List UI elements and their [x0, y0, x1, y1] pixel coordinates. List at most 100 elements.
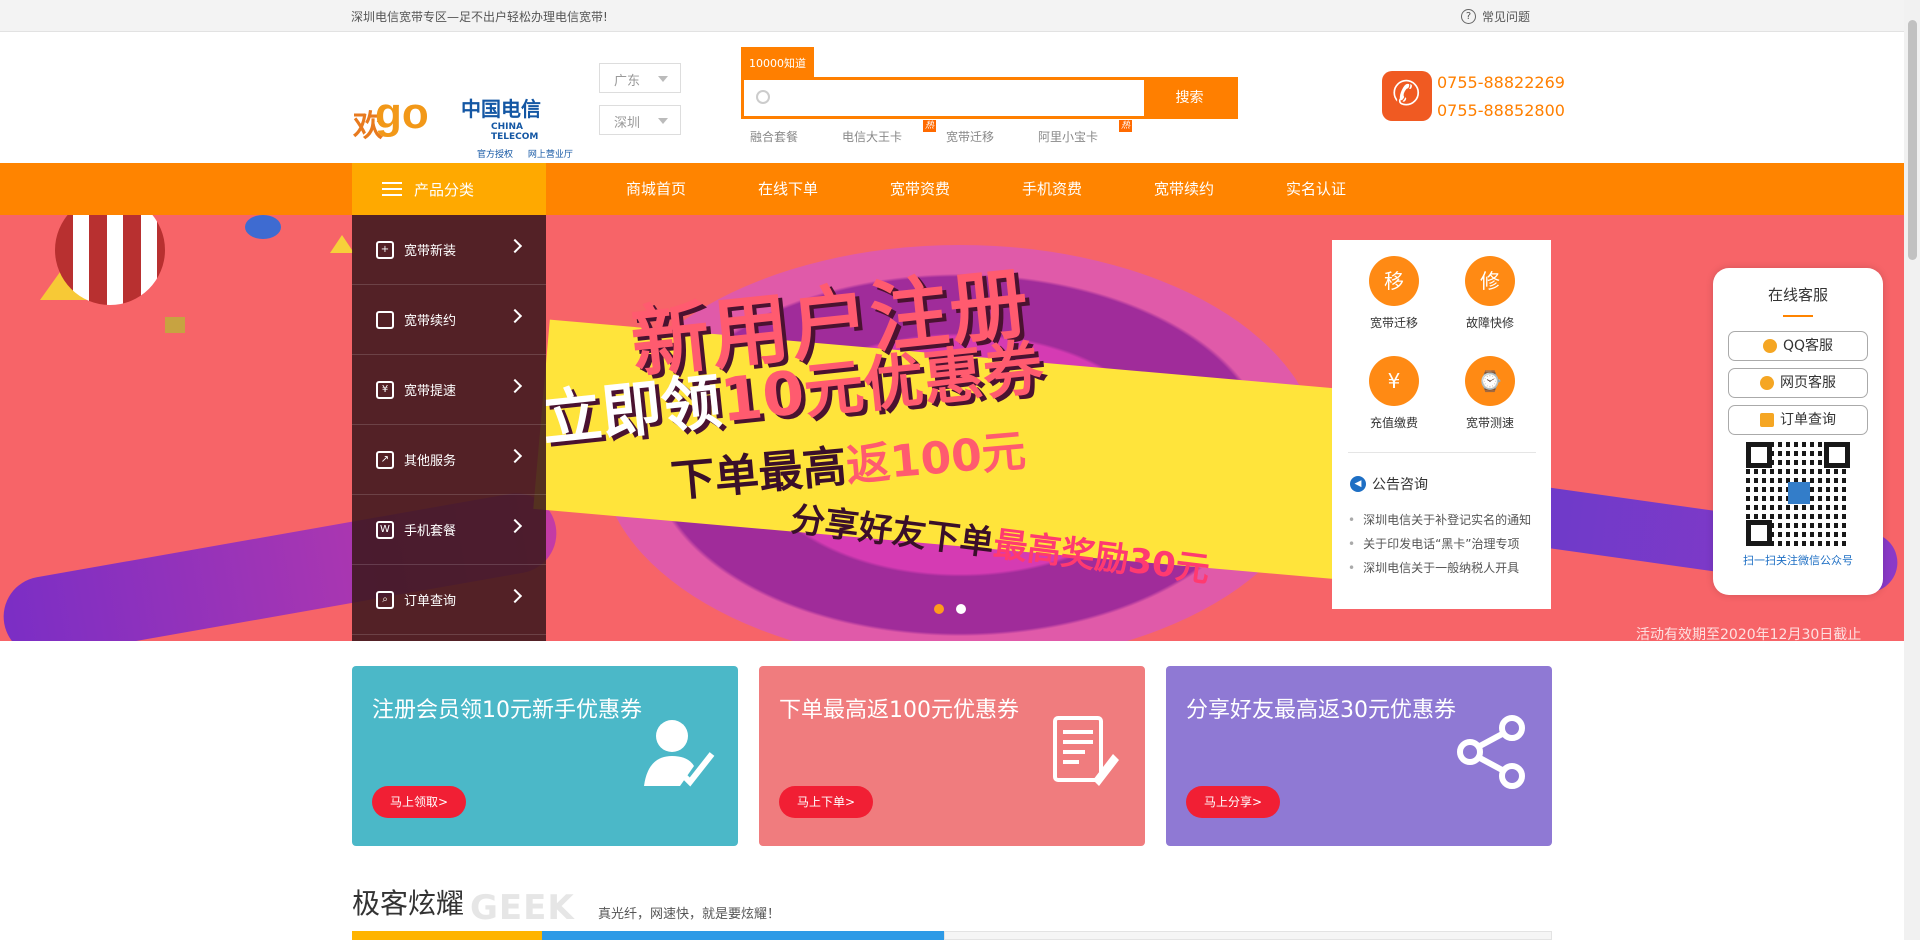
page-scrollbar[interactable] [1904, 0, 1920, 940]
promo-card-order[interactable]: 下单最高返100元优惠券 马上下单> [759, 666, 1145, 846]
hot-link-label: 电信大王卡 [842, 130, 903, 144]
brand-sub: 官方授权 网上营业厅 [477, 150, 573, 160]
nav-link-home[interactable]: 商城首页 [626, 163, 718, 215]
qr-finder [1824, 442, 1850, 468]
chevron-right-icon [507, 238, 523, 254]
order-query-button[interactable]: 订单查询 [1728, 405, 1868, 435]
carousel-dot[interactable] [956, 604, 966, 614]
qq-service-button[interactable]: QQ客服 [1728, 331, 1868, 361]
validity-text: 活动有效期至2020年12月30日截止 [1636, 627, 1862, 641]
qr-caption: 扫一扫关注微信公众号 [1743, 554, 1853, 567]
hot-badge: 热 [923, 120, 937, 132]
nav-link-mobile-fee[interactable]: 手机资费 [1022, 163, 1114, 215]
title-underline [1783, 315, 1813, 317]
hot-link-label: 融合套餐 [750, 130, 799, 144]
category-item-mobile-plan[interactable]: W 手机套餐 [352, 495, 546, 565]
promo-card-share[interactable]: 分享好友最高返30元优惠券 马上分享> [1166, 666, 1552, 846]
service-repair[interactable]: 修故障快修 [1442, 256, 1538, 356]
phone-number-2: 0755-88852800 [1437, 101, 1565, 120]
section-subtitle: 真光纤，网速快，就是要炫耀！ [598, 907, 781, 922]
chevron-down-icon [658, 76, 668, 82]
service-move[interactable]: 移宽带迁移 [1346, 256, 1442, 356]
nav-link-realname[interactable]: 实名认证 [1286, 163, 1378, 215]
chevron-right-icon [507, 378, 523, 394]
search-tag: 10000知道 [741, 47, 814, 77]
hot-link-label: 宽带迁移 [946, 130, 995, 144]
city-value: 深圳 [614, 116, 641, 131]
nav-link-order[interactable]: 在线下单 [758, 163, 850, 215]
city-select[interactable]: 深圳 [599, 105, 681, 135]
category-label: 宽带新装 [404, 244, 457, 259]
promo-card-register[interactable]: 注册会员领10元新手优惠券 马上领取> [352, 666, 738, 846]
web-service-button[interactable]: 网页客服 [1728, 368, 1868, 398]
repair-icon: 修 [1465, 256, 1515, 306]
main-nav: 产品分类 商城首页 在线下单 宽带资费 手机资费 宽带续约 实名认证 [0, 163, 1904, 215]
hot-link[interactable]: 融合套餐 [750, 128, 820, 145]
notice-item[interactable]: 深圳电信关于补登记实名的通知 [1348, 508, 1538, 532]
nav-link-broadband-fee[interactable]: 宽带资费 [890, 163, 982, 215]
section-title: 极客炫耀 [352, 887, 465, 920]
faq-link[interactable]: ? 常见问题 [1461, 8, 1530, 25]
china-telecom-logo: 中国电信 CHINA TELECOM 官方授权 网上营业厅 [461, 93, 573, 160]
section-strip [352, 931, 542, 940]
menu-icon [382, 182, 402, 196]
category-item-speedup[interactable]: ¥ 宽带提速 [352, 355, 546, 425]
top-bar: 深圳电信宽带专区—足不出户轻松办理电信宽带! ? 常见问题 [0, 0, 1904, 32]
search-input[interactable] [774, 86, 1174, 110]
contact-phones: 0755-88822269 0755-88852800 [1437, 69, 1565, 125]
site-logo[interactable]: 欢 go 中国电信 CHINA TELECOM 官方授权 网上营业厅 [353, 81, 573, 171]
hero-banner[interactable]: 新用户注册 立即领10元优惠券 下单最高返100元 分享好友下单最高奖励30元 … [0, 215, 1904, 641]
nav-links: 商城首页 在线下单 宽带资费 手机资费 宽带续约 实名认证 [626, 163, 1418, 215]
button-label: 订单查询 [1780, 412, 1836, 428]
share-button[interactable]: 马上分享> [1186, 786, 1281, 818]
hot-badge: 热 [1119, 120, 1133, 132]
notice-item[interactable]: 深圳电信关于一般纳税人开具 [1348, 556, 1538, 580]
user-check-icon [644, 720, 715, 787]
search-button[interactable]: 搜索 [1144, 80, 1235, 116]
hot-link[interactable]: 电信大王卡 热 [842, 120, 937, 145]
divider [1348, 452, 1536, 453]
claim-button[interactable]: 马上领取> [372, 786, 467, 818]
card-title: 下单最高返100元优惠券 [779, 698, 1019, 723]
category-item-new-broadband[interactable]: + 宽带新装 [352, 215, 546, 285]
category-label: 手机套餐 [404, 524, 457, 539]
category-item-renew[interactable]: 宽带续约 [352, 285, 546, 355]
chevron-down-icon [658, 118, 668, 124]
carousel-dot[interactable] [934, 604, 944, 614]
service-recharge[interactable]: ¥ 充值缴费 [1346, 356, 1442, 456]
banner-line2a: 立即领 [538, 366, 725, 456]
service-grid: 移宽带迁移 修故障快修 ¥ 充值缴费 ⌚ 宽带测速 [1346, 256, 1538, 456]
question-icon: ? [1461, 9, 1476, 24]
button-label: QQ客服 [1782, 338, 1834, 354]
province-select[interactable]: 广东 [599, 63, 681, 93]
chevron-right-icon [507, 588, 523, 604]
category-button[interactable]: 产品分类 [352, 163, 546, 215]
site-slogan: 深圳电信宽带专区—足不出户轻松办理电信宽带! [351, 10, 608, 24]
chevron-right-icon [507, 518, 523, 534]
qr-finder [1746, 442, 1772, 468]
hot-link[interactable]: 阿里小宝卡 热 [1038, 120, 1133, 145]
online-service-panel: 在线客服 QQ客服 网页客服 订单查询 扫一扫关注微信公众号 [1713, 268, 1883, 595]
category-item-other[interactable]: ↗ 其他服务 [352, 425, 546, 495]
confetti-shape [330, 235, 354, 253]
mobile-icon [376, 310, 394, 329]
order-icon [1760, 413, 1774, 427]
section-strip [542, 931, 944, 940]
category-item-order-query[interactable]: ⌕ 订单查询 [352, 565, 546, 635]
phone-icon [1382, 71, 1432, 121]
nav-link-renew[interactable]: 宽带续约 [1154, 163, 1246, 215]
wechat-qr-code [1746, 442, 1850, 546]
rocket-icon: ↗ [376, 450, 394, 469]
service-label: 宽带迁移 [1369, 316, 1418, 330]
hot-links: 融合套餐 电信大王卡 热 宽带迁移 阿里小宝卡 热 [750, 120, 1142, 145]
scrollbar-thumb[interactable] [1908, 20, 1917, 260]
category-label: 其他服务 [404, 454, 457, 469]
order-button[interactable]: 马上下单> [779, 786, 874, 818]
province-value: 广东 [614, 74, 641, 89]
notice-item[interactable]: 关于印发电话“黑卡”治理专项 [1348, 532, 1538, 556]
hot-link[interactable]: 宽带迁移 [946, 128, 1016, 145]
balloon-basket [165, 317, 185, 333]
service-speedtest[interactable]: ⌚ 宽带测速 [1442, 356, 1538, 456]
share-icon [1457, 715, 1525, 789]
carousel-dots [934, 604, 966, 614]
